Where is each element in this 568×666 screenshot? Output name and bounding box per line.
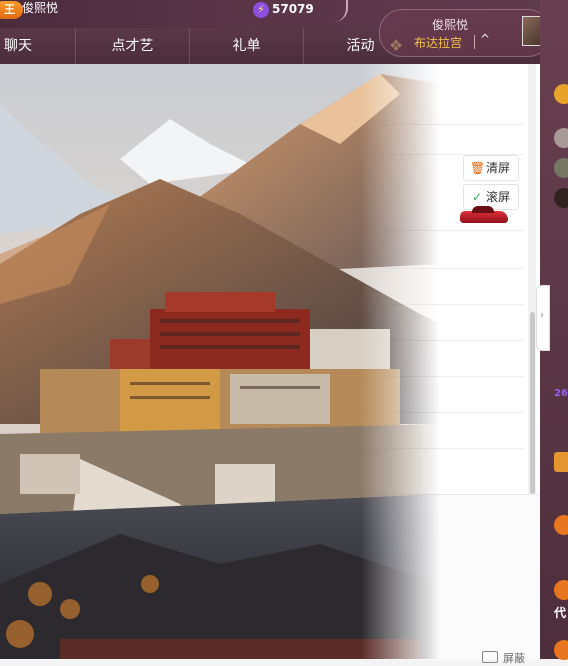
crown-icon[interactable]	[554, 84, 568, 104]
clear-screen-label: 清屏	[486, 161, 511, 175]
divider-curve	[330, 0, 348, 22]
side-label: 代	[554, 606, 567, 620]
sidebar-collapse-tab[interactable]: ›	[536, 285, 550, 351]
coin-count: 57079	[272, 2, 314, 16]
tab-gift-list[interactable]: 礼单	[190, 28, 303, 64]
medal-icon[interactable]	[554, 640, 568, 660]
chevron-right-icon: ›	[540, 310, 544, 321]
tab-talent[interactable]: 点才艺	[76, 28, 189, 64]
landscape-illustration	[0, 64, 440, 659]
level-badge: 王	[0, 1, 23, 19]
medal-icon[interactable]	[554, 580, 568, 600]
gift-icon[interactable]	[554, 452, 568, 472]
clear-screen-button[interactable]: 🗑 清屏	[463, 155, 519, 181]
trash-icon: 🗑	[470, 161, 486, 175]
rank-label: 26	[554, 388, 568, 399]
anchor-name: 俊熙悦	[432, 18, 469, 32]
tab-chat[interactable]: 聊天	[0, 28, 36, 64]
chevron-up-icon[interactable]: ^	[480, 32, 490, 46]
lightning-icon: ⚡	[253, 2, 269, 18]
barrage-label[interactable]: 屏蔽	[503, 650, 525, 666]
medal-icon[interactable]	[554, 515, 568, 535]
scrollbar-thumb[interactable]	[530, 312, 535, 494]
user-avatar[interactable]	[554, 188, 568, 208]
username[interactable]: 俊熙悦	[22, 0, 58, 16]
anchor-card[interactable]: 俊熙悦 布达拉宫 ^	[379, 9, 552, 57]
potala-palace-image	[0, 64, 440, 659]
barrage-icon[interactable]	[482, 651, 498, 663]
location-label: 布达拉宫	[414, 36, 463, 50]
divider	[474, 35, 475, 49]
user-avatar[interactable]	[554, 158, 568, 178]
car-icon	[460, 206, 508, 223]
user-avatar[interactable]	[554, 128, 568, 148]
